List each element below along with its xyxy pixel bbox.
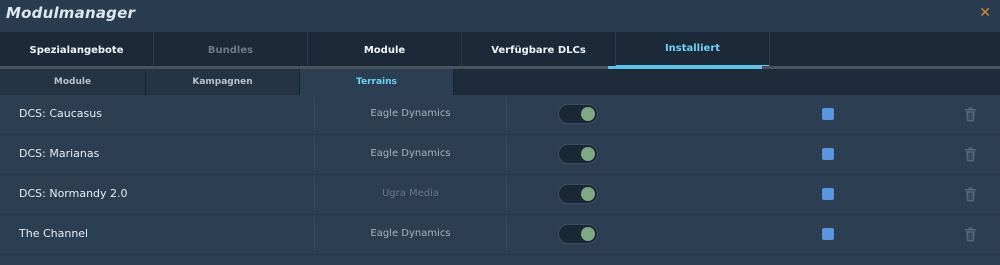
list-item: The Channel Eagle Dynamics: [0, 215, 1000, 255]
select-checkbox[interactable]: [822, 108, 834, 120]
enable-toggle[interactable]: [558, 224, 598, 244]
select-checkbox[interactable]: [822, 148, 834, 160]
terrain-list: DCS: Caucasus Eagle Dynamics DCS: Marian…: [0, 95, 1000, 265]
module-vendor: Eagle Dynamics: [370, 108, 451, 119]
module-name: DCS: Normandy 2.0: [19, 187, 128, 200]
toggle-knob: [581, 147, 595, 161]
enable-toggle[interactable]: [558, 104, 598, 124]
main-tab-bar: Spezialangebote Bundles Module Verfügbar…: [0, 32, 1000, 68]
tab-bundles[interactable]: Bundles: [154, 32, 308, 68]
tab-module[interactable]: Module: [308, 32, 462, 68]
trash-icon[interactable]: [964, 227, 977, 242]
toggle-knob: [581, 187, 595, 201]
tab-verfuegbare-dlcs[interactable]: Verfügbare DLCs: [462, 32, 616, 68]
title-bar: Modulmanager ✕: [0, 0, 1000, 32]
column-divider: [506, 99, 507, 130]
column-divider: [506, 139, 507, 170]
module-name: DCS: Caucasus: [19, 107, 102, 120]
list-item: DCS: Normandy 2.0 Ugra Media: [0, 175, 1000, 215]
close-icon[interactable]: ✕: [979, 5, 991, 21]
toggle-knob: [581, 107, 595, 121]
subtab-module[interactable]: Module: [0, 69, 146, 95]
subtab-kampagnen[interactable]: Kampagnen: [146, 69, 300, 95]
column-divider: [506, 179, 507, 210]
module-name: The Channel: [19, 227, 89, 240]
enable-toggle[interactable]: [558, 144, 598, 164]
tab-installiert[interactable]: Installiert: [616, 32, 770, 68]
module-name: DCS: Marianas: [19, 147, 100, 160]
window-title: Modulmanager: [6, 4, 136, 22]
tab-spezialangebote[interactable]: Spezialangebote: [0, 32, 154, 68]
select-checkbox[interactable]: [822, 188, 834, 200]
trash-icon[interactable]: [964, 187, 977, 202]
list-item: DCS: Marianas Eagle Dynamics: [0, 135, 1000, 175]
list-item: DCS: Caucasus Eagle Dynamics: [0, 95, 1000, 135]
tab-bar-filler: [770, 32, 1000, 68]
column-divider: [506, 219, 507, 250]
toggle-knob: [581, 227, 595, 241]
enable-toggle[interactable]: [558, 184, 598, 204]
select-checkbox[interactable]: [822, 228, 834, 240]
module-vendor: Eagle Dynamics: [370, 148, 451, 159]
module-vendor: Eagle Dynamics: [370, 228, 451, 239]
module-vendor: Ugra Media: [381, 188, 440, 199]
sub-tab-bar: Module Kampagnen Terrains: [0, 69, 1000, 95]
trash-icon[interactable]: [964, 147, 977, 162]
subtab-bar-filler: [454, 69, 1000, 95]
subtab-terrains[interactable]: Terrains: [300, 69, 454, 95]
trash-icon[interactable]: [964, 107, 977, 122]
